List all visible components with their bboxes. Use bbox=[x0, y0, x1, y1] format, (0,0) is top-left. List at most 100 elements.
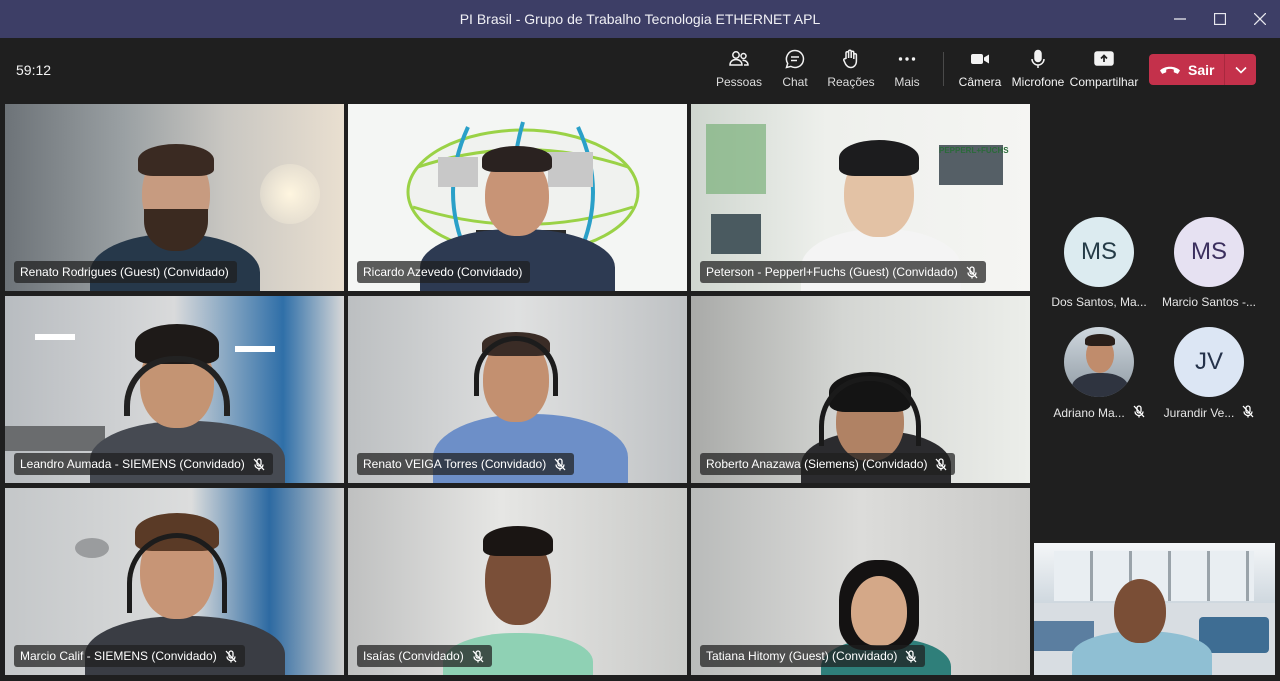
avatar-initials: JV bbox=[1194, 348, 1223, 375]
roster-participant[interactable]: MS Marcio Santos -... bbox=[1154, 217, 1264, 309]
self-head bbox=[1114, 579, 1166, 643]
roster-name-text: Marcio Santos -... bbox=[1161, 295, 1257, 309]
avatar-initials: MS bbox=[1191, 238, 1227, 265]
participant-name: Renato Rodrigues (Guest) (Convidado) bbox=[20, 265, 229, 279]
reactions-label: Reações bbox=[827, 75, 875, 89]
participant-head bbox=[851, 576, 907, 646]
roster-participant[interactable]: MS Dos Santos, Ma... bbox=[1044, 217, 1154, 309]
video-tile[interactable]: Tatiana Hitomy (Guest) (Convidado) bbox=[691, 488, 1030, 675]
backdrop-shelf bbox=[706, 124, 766, 194]
mic-off-icon bbox=[253, 457, 265, 471]
camera-label: Câmera bbox=[958, 75, 1002, 89]
roster-name-text: Adriano Ma... bbox=[1053, 406, 1125, 420]
chat-icon bbox=[785, 49, 805, 69]
maximize-icon bbox=[1214, 13, 1226, 25]
participant-name: Peterson - Pepperl+Fuchs (Guest) (Convid… bbox=[706, 265, 958, 279]
video-tile[interactable]: Marcio Calif - SIEMENS (Convidado) bbox=[5, 488, 344, 675]
window-title: PI Brasil - Grupo de Trabalho Tecnologia… bbox=[459, 11, 821, 27]
video-tile[interactable]: IX Ricardo Azevedo (Convidado) bbox=[348, 104, 687, 291]
mic-off-icon bbox=[472, 649, 484, 663]
pepperl-fuchs-sign: PEPPERL+FUCHS bbox=[939, 146, 1009, 155]
hang-up-icon bbox=[1160, 66, 1180, 74]
microphone-button[interactable]: Microfone bbox=[1008, 48, 1068, 89]
minimize-button[interactable] bbox=[1160, 0, 1200, 38]
people-label: Pessoas bbox=[715, 75, 763, 89]
window-controls bbox=[1160, 0, 1280, 38]
mic-off-icon bbox=[225, 649, 237, 663]
title-bar: PI Brasil - Grupo de Trabalho Tecnologia… bbox=[0, 0, 1280, 38]
video-tile[interactable]: PEPPERL+FUCHS Peterson - Pepperl+Fuchs (… bbox=[691, 104, 1030, 291]
roster-participant[interactable]: JV Jurandir Ve... bbox=[1154, 327, 1264, 421]
video-tile[interactable]: Renato Rodrigues (Guest) (Convidado) bbox=[5, 104, 344, 291]
mic-off-icon bbox=[1133, 405, 1145, 421]
roster-name: Marcio Santos -... bbox=[1162, 295, 1256, 309]
leave-label: Sair bbox=[1188, 61, 1215, 78]
more-label: Mais bbox=[894, 75, 920, 89]
lamp-glow bbox=[260, 164, 320, 224]
participant-name: Isaías (Convidado) bbox=[363, 649, 464, 663]
more-button[interactable]: Mais bbox=[877, 48, 937, 89]
ceiling-light bbox=[235, 346, 275, 352]
leave-control: Sair bbox=[1149, 54, 1256, 85]
avatar: MS bbox=[1064, 217, 1134, 287]
office-desks bbox=[5, 426, 105, 451]
meeting-timer: 59:12 bbox=[16, 62, 52, 78]
reactions-button[interactable]: Reações bbox=[821, 48, 881, 89]
participant-name: Leandro Aumada - SIEMENS (Convidado) bbox=[20, 457, 245, 471]
headset bbox=[124, 356, 230, 416]
chat-button[interactable]: Chat bbox=[765, 48, 825, 89]
mic-off-icon bbox=[554, 457, 566, 471]
roster-name-text: Jurandir Ve... bbox=[1163, 406, 1235, 420]
participant-nametag: Ricardo Azevedo (Convidado) bbox=[357, 261, 531, 283]
maximize-button[interactable] bbox=[1200, 0, 1240, 38]
mic-off-icon bbox=[966, 265, 978, 279]
ceiling-light bbox=[35, 334, 75, 340]
leave-button[interactable]: Sair bbox=[1149, 54, 1224, 85]
avatar: MS bbox=[1174, 217, 1244, 287]
leave-options-button[interactable] bbox=[1225, 54, 1256, 85]
video-tile[interactable]: Isaías (Convidado) bbox=[348, 488, 687, 675]
chevron-down-icon bbox=[1234, 66, 1247, 74]
participant-nametag: Marcio Calif - SIEMENS (Convidado) bbox=[14, 645, 245, 667]
raise-hand-icon bbox=[843, 49, 858, 69]
participant-name: Roberto Anazawa (Siemens) (Convidado) bbox=[706, 457, 928, 471]
participant-hair bbox=[839, 140, 919, 176]
backdrop-device bbox=[711, 214, 761, 254]
microphone-label: Microfone bbox=[1011, 75, 1065, 89]
participant-name: Ricardo Azevedo (Convidado) bbox=[363, 265, 523, 279]
people-icon bbox=[729, 51, 749, 66]
camera-button[interactable]: Câmera bbox=[950, 48, 1010, 89]
participant-hair bbox=[483, 526, 553, 556]
avatar-hair bbox=[1085, 334, 1115, 346]
participant-hair bbox=[482, 146, 552, 172]
participant-name: Renato VEIGA Torres (Convidado) bbox=[363, 457, 547, 471]
participant-nametag: Isaías (Convidado) bbox=[357, 645, 492, 667]
avatar: JV bbox=[1174, 327, 1244, 397]
roster-participant[interactable]: Adriano Ma... bbox=[1044, 327, 1154, 421]
ceiling-vent bbox=[75, 538, 109, 558]
avatar-initials: MS bbox=[1081, 238, 1117, 265]
roster-name: Dos Santos, Ma... bbox=[1051, 295, 1146, 309]
minimize-icon bbox=[1174, 18, 1186, 20]
roster-name-text: Dos Santos, Ma... bbox=[1051, 295, 1147, 309]
mic-off-icon bbox=[1242, 405, 1254, 421]
participant-nametag: Roberto Anazawa (Siemens) (Convidado) bbox=[700, 453, 956, 475]
participant-hair bbox=[138, 144, 214, 176]
participant-name: Tatiana Hitomy (Guest) (Convidado) bbox=[706, 649, 898, 663]
meeting-toolbar: 59:12 Pessoas Chat Reações Mais Câmera M… bbox=[0, 38, 1280, 102]
self-view-video[interactable] bbox=[1034, 543, 1275, 675]
chat-label: Chat bbox=[782, 75, 808, 89]
mic-off-icon bbox=[935, 457, 947, 471]
video-tile[interactable]: Roberto Anazawa (Siemens) (Convidado) bbox=[691, 296, 1030, 483]
video-tile[interactable]: Leandro Aumada - SIEMENS (Convidado) bbox=[5, 296, 344, 483]
share-button[interactable]: Compartilhar bbox=[1070, 48, 1138, 89]
participant-nametag: Peterson - Pepperl+Fuchs (Guest) (Convid… bbox=[700, 261, 986, 283]
close-window-button[interactable] bbox=[1240, 0, 1280, 38]
roster-name: Jurandir Ve... bbox=[1164, 405, 1255, 421]
share-screen-icon bbox=[1094, 51, 1114, 66]
people-button[interactable]: Pessoas bbox=[709, 48, 769, 89]
video-tile[interactable]: Renato VEIGA Torres (Convidado) bbox=[348, 296, 687, 483]
roster-name: Adriano Ma... bbox=[1053, 405, 1145, 421]
toolbar-divider bbox=[943, 52, 944, 86]
microphone-icon bbox=[1031, 49, 1045, 68]
